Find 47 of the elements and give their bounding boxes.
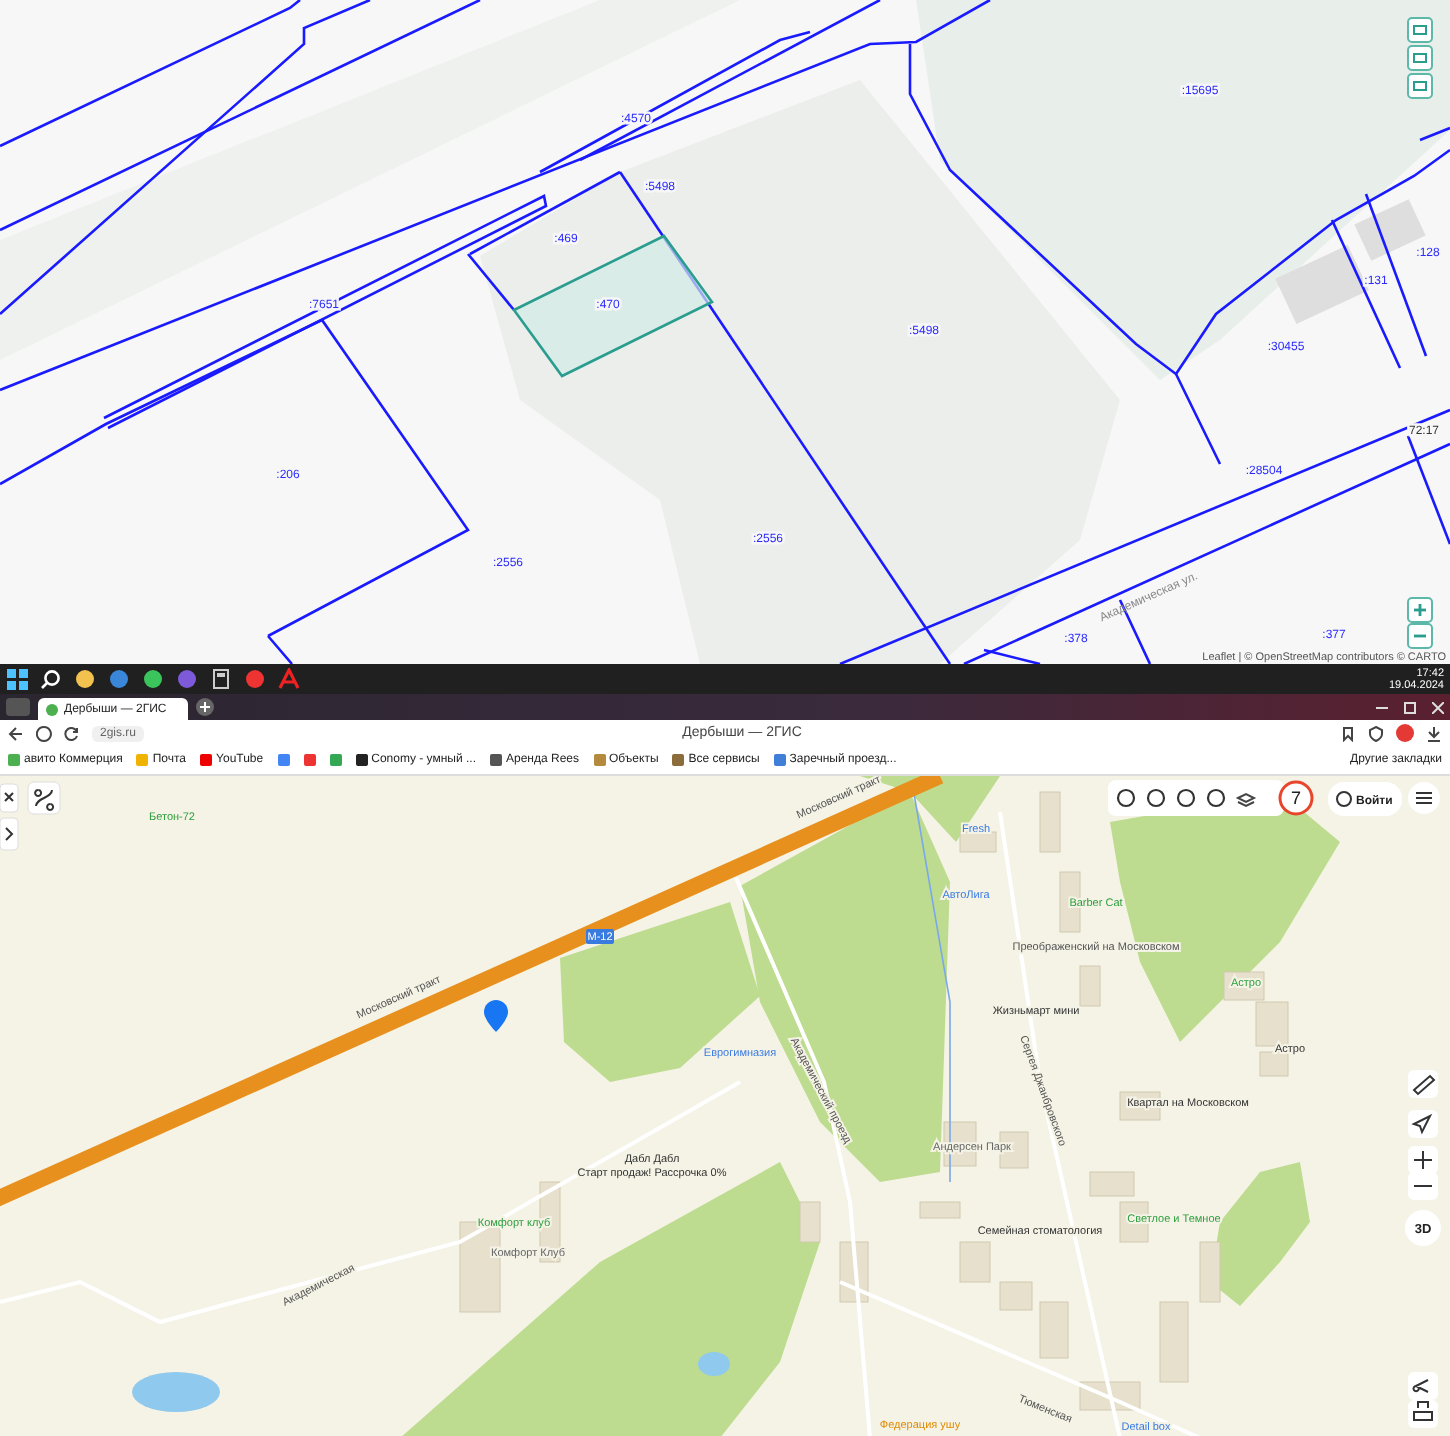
windows-icon[interactable] [6,668,28,690]
building [799,1201,821,1243]
building [1039,1301,1069,1359]
building [1089,1171,1135,1197]
bookmark-favicon-icon [593,754,606,766]
selected-parcel[interactable] [512,234,714,378]
calculator-icon[interactable] [210,668,232,690]
zoom-out-icon[interactable] [1408,1172,1438,1200]
building [1079,965,1101,1007]
search-icon[interactable] [40,668,62,690]
bookmark-favicon-icon [8,754,20,766]
navigation-arrow-icon[interactable] [1408,1110,1438,1138]
map-pin-icon[interactable] [484,1000,508,1032]
building [1039,791,1061,853]
letter-a-icon[interactable] [278,668,300,690]
building [999,1281,1033,1311]
building [959,831,997,853]
directions-icon[interactable] [27,781,61,815]
reload-icon[interactable] [64,725,80,741]
adblock-icon[interactable] [1396,724,1414,742]
bookmark-favicon-icon [136,754,149,766]
building [959,1241,991,1283]
maximize-icon[interactable] [1404,701,1416,713]
expand-panel-icon[interactable] [0,817,19,851]
building [919,1201,961,1219]
zoom-in-icon[interactable] [1408,1146,1438,1174]
pond [132,1372,220,1412]
building [1159,1301,1189,1383]
close-icon[interactable] [0,783,19,813]
menu-icon[interactable] [1408,782,1440,814]
building [1199,1241,1221,1303]
bookmark-favicon-icon [490,754,502,766]
favicon-icon [46,703,58,715]
download-icon[interactable] [1426,725,1442,741]
bookmark-favicon-icon [773,754,786,766]
pond [698,1352,730,1376]
bookmark-icon[interactable] [1340,725,1356,741]
shield-icon[interactable] [1368,725,1384,741]
minimize-icon[interactable] [1376,701,1388,713]
bookmark-favicon-icon [672,754,685,766]
traffic-score[interactable]: 7 [1278,780,1314,816]
back-icon[interactable] [8,725,24,741]
close-icon[interactable] [1432,701,1444,713]
ruler-icon[interactable] [1408,1070,1438,1098]
bookmark-favicon-icon [200,754,213,766]
new-tab-icon[interactable] [196,698,214,716]
building [1259,1051,1289,1077]
